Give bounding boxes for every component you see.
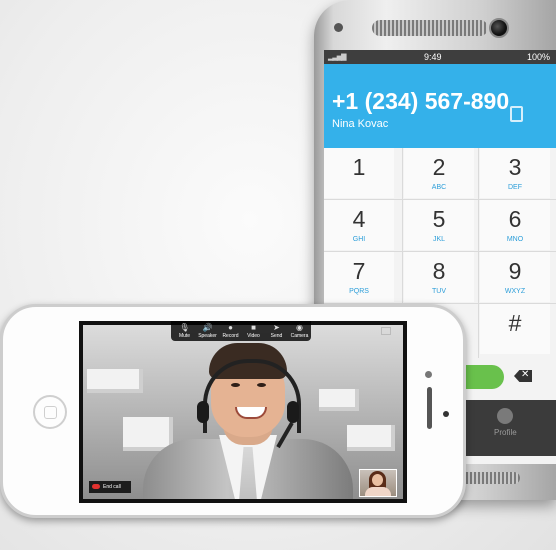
self-view-face [372,474,383,486]
contact-card-icon[interactable] [510,106,523,122]
battery-level: 100% [526,52,550,62]
status-bar: ▂▃▅▇ 9:49 100% [324,50,556,64]
top-speaker-grille [372,20,488,36]
tab-profile[interactable]: Profile [494,408,517,437]
iphone: 🎙 Mute 🔊 Speaker ● Record ■ Video ➤ Send ◉ Cam… [0,304,466,518]
call-toolbar: 🎙 Mute 🔊 Speaker ● Record ■ Video ➤ Send ◉ Cam… [171,321,311,341]
send-button[interactable]: ➤ Send [265,323,288,339]
key-6[interactable]: 6 MNO [480,200,550,250]
mic-icon: 🎙 [179,323,190,332]
background-wall [347,425,395,451]
proximity-sensor [443,411,449,417]
earpiece-speaker [427,387,432,429]
send-icon: ➤ [273,323,280,332]
contact-name: Nina Kovac [332,118,389,130]
speaker-icon: 🔊 [202,323,213,332]
record-button[interactable]: ● Record [219,323,242,339]
dialed-number: +1 (234) 567-890 [332,88,510,114]
front-camera [489,18,509,38]
video-button[interactable]: ■ Video [242,323,265,339]
self-view-body [365,487,391,496]
key-hash[interactable]: # [480,304,550,354]
home-button[interactable] [33,395,67,429]
key-5[interactable]: 5 JKL [404,200,474,250]
mute-button[interactable]: 🎙 Mute [173,323,196,339]
divider [324,251,556,252]
headset-band [203,359,301,433]
video-call-screen: 🎙 Mute 🔊 Speaker ● Record ■ Video ➤ Send ◉ Cam… [79,321,407,503]
self-view-thumbnail[interactable] [359,469,397,497]
front-camera [425,371,432,378]
dialed-number-header: +1 (234) 567-890 Nina Kovac [324,64,556,148]
camera-button[interactable]: ◉ Camera [288,323,311,339]
remote-video [83,325,403,499]
signal-icon: ▂▃▅▇ [328,54,347,61]
key-2[interactable]: 2 ABC [404,148,474,198]
proximity-sensor [334,23,343,32]
fullscreen-icon[interactable] [381,327,391,335]
key-9[interactable]: 9 WXYZ [480,252,550,302]
backspace-icon: ✕ [521,369,530,380]
headset-earcup [287,401,299,423]
key-1[interactable]: 1 [324,148,394,198]
key-4[interactable]: 4 GHI [324,200,394,250]
key-7[interactable]: 7 PQRS [324,252,394,302]
end-call-label: End call [103,484,121,490]
phone-hangup-icon [92,484,100,489]
profile-icon [497,408,514,424]
speaker-button[interactable]: 🔊 Speaker [196,323,219,339]
backspace-button[interactable]: ✕ [514,370,532,382]
status-time: 9:49 [424,52,442,62]
key-3[interactable]: 3 DEF [480,148,550,198]
tab-label: Profile [494,428,517,437]
divider [324,199,556,200]
background-wall [87,369,143,393]
camera-icon: ◉ [296,323,303,332]
video-icon: ■ [251,323,256,332]
end-call-button[interactable]: End call [89,481,131,493]
caller-person [143,343,353,499]
divider [478,148,479,358]
headset-earcup [197,401,209,423]
record-icon: ● [228,323,233,332]
key-8[interactable]: 8 TUV [404,252,474,302]
